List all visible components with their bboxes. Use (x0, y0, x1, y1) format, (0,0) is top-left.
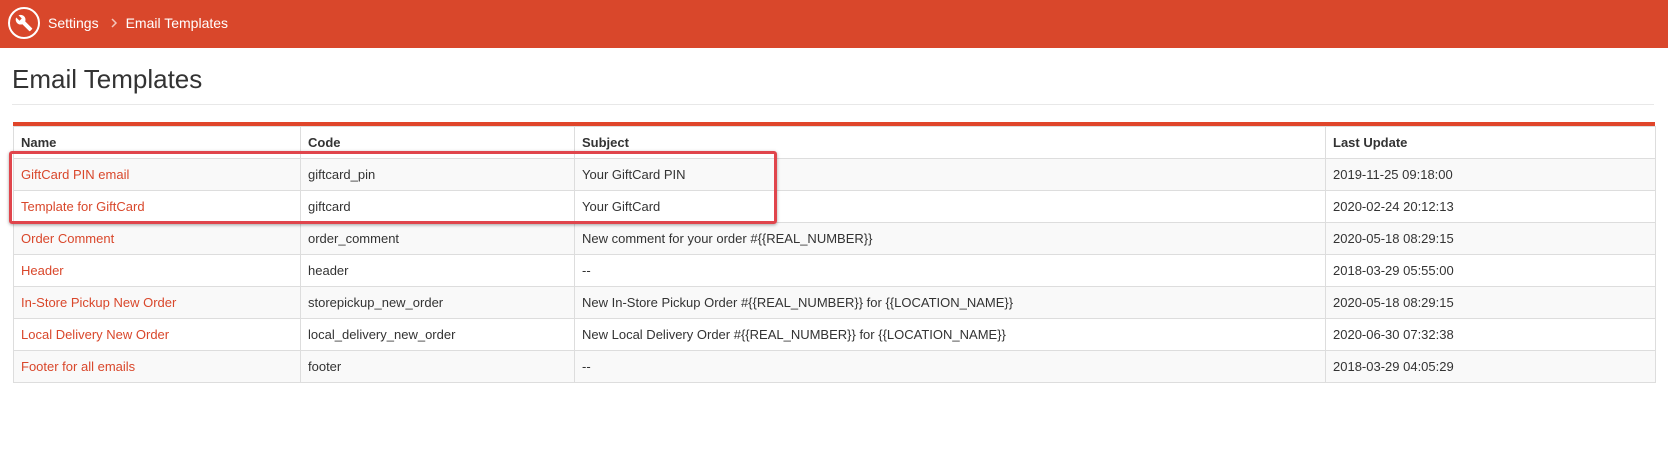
name-cell: Template for GiftCard (13, 190, 301, 223)
name-cell: Header (13, 254, 301, 287)
name-cell: Footer for all emails (13, 350, 301, 383)
wrench-icon[interactable] (8, 7, 40, 39)
code-cell: header (300, 254, 575, 287)
table-row[interactable]: In-Store Pickup New Order storepickup_ne… (13, 286, 1656, 319)
subject-cell: New comment for your order #{{REAL_NUMBE… (574, 222, 1326, 255)
subject-cell: Your GiftCard PIN (574, 158, 1326, 191)
code-cell: local_delivery_new_order (300, 318, 575, 351)
name-cell: In-Store Pickup New Order (13, 286, 301, 319)
subject-cell: -- (574, 254, 1326, 287)
title-divider (12, 104, 1654, 105)
table-row[interactable]: GiftCard PIN email giftcard_pin Your Gif… (13, 158, 1656, 191)
last-update-cell: 2020-05-18 08:29:15 (1325, 222, 1656, 255)
code-cell: footer (300, 350, 575, 383)
code-cell: storepickup_new_order (300, 286, 575, 319)
name-cell: Order Comment (13, 222, 301, 255)
template-name-link[interactable]: Template for GiftCard (21, 199, 145, 214)
code-cell: giftcard_pin (300, 158, 575, 191)
code-cell: order_comment (300, 222, 575, 255)
table-row[interactable]: Footer for all emails footer -- 2018-03-… (13, 350, 1656, 383)
page-title: Email Templates (12, 64, 203, 94)
breadcrumb-settings[interactable]: Settings (48, 15, 99, 31)
template-name-link[interactable]: Header (21, 263, 64, 278)
top-bar: Settings Email Templates (0, 0, 1668, 48)
last-update-cell: 2020-05-18 08:29:15 (1325, 286, 1656, 319)
chevron-right-icon (111, 18, 118, 28)
table-row[interactable]: Local Delivery New Order local_delivery_… (13, 318, 1656, 351)
subject-cell: Your GiftCard (574, 190, 1326, 223)
template-name-link[interactable]: Footer for all emails (21, 359, 135, 374)
last-update-cell: 2019-11-25 09:18:00 (1325, 158, 1656, 191)
template-name-link[interactable]: In-Store Pickup New Order (21, 295, 176, 310)
column-header-name[interactable]: Name (13, 126, 301, 159)
name-cell: Local Delivery New Order (13, 318, 301, 351)
last-update-cell: 2018-03-29 05:55:00 (1325, 254, 1656, 287)
template-name-link[interactable]: GiftCard PIN email (21, 167, 129, 182)
table-row[interactable]: Order Comment order_comment New comment … (13, 222, 1656, 255)
table-row[interactable]: Template for GiftCard giftcard Your Gift… (13, 190, 1656, 223)
column-header-subject[interactable]: Subject (574, 126, 1326, 159)
last-update-cell: 2018-03-29 04:05:29 (1325, 350, 1656, 383)
table-row[interactable]: Header header -- 2018-03-29 05:55:00 (13, 254, 1656, 287)
breadcrumb: Settings Email Templates (48, 0, 228, 46)
column-header-code[interactable]: Code (300, 126, 575, 159)
email-templates-table: Name Code Subject Last Update GiftCard P… (13, 122, 1656, 383)
subject-cell: New Local Delivery Order #{{REAL_NUMBER}… (574, 318, 1326, 351)
code-cell: giftcard (300, 190, 575, 223)
template-name-link[interactable]: Order Comment (21, 231, 114, 246)
table-header-row: Name Code Subject Last Update (13, 126, 1656, 159)
breadcrumb-current: Email Templates (125, 15, 229, 31)
subject-cell: -- (574, 350, 1326, 383)
last-update-cell: 2020-06-30 07:32:38 (1325, 318, 1656, 351)
last-update-cell: 2020-02-24 20:12:13 (1325, 190, 1656, 223)
template-name-link[interactable]: Local Delivery New Order (21, 327, 169, 342)
name-cell: GiftCard PIN email (13, 158, 301, 191)
column-header-last-update[interactable]: Last Update (1325, 126, 1656, 159)
subject-cell: New In-Store Pickup Order #{{REAL_NUMBER… (574, 286, 1326, 319)
